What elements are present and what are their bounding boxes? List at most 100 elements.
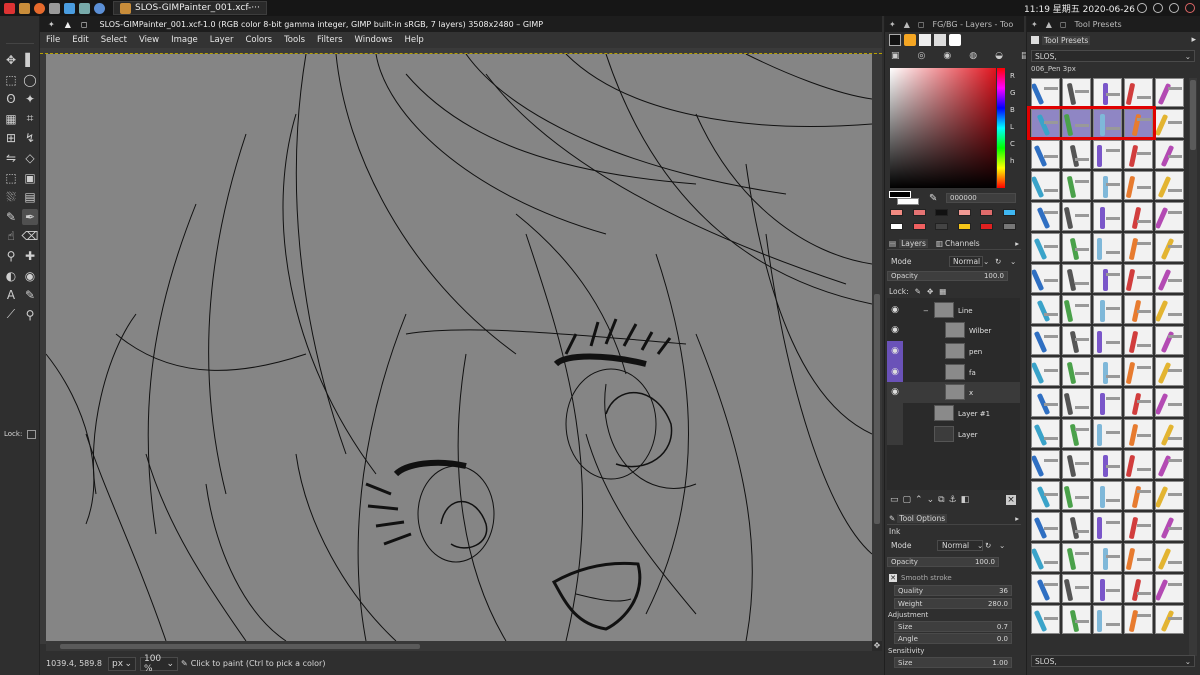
- color-history-swatch[interactable]: [980, 209, 993, 216]
- menu-help[interactable]: Help: [398, 35, 429, 45]
- tool-preset-item[interactable]: [1031, 357, 1060, 386]
- by-color-select-tool-icon[interactable]: ▦: [3, 111, 19, 127]
- unit-select[interactable]: px ⌄: [107, 656, 136, 671]
- tab-fonts[interactable]: [919, 34, 931, 46]
- menu-image[interactable]: Image: [165, 35, 204, 45]
- heal-tool-icon[interactable]: ✚: [22, 248, 38, 264]
- clone-tool-icon[interactable]: ⚲: [3, 248, 19, 264]
- visibility-eye-icon[interactable]: [887, 403, 903, 424]
- tool-preset-item[interactable]: [1031, 295, 1060, 324]
- sensitivity-size-slider[interactable]: Size 1.00: [894, 657, 1012, 668]
- layer-mode-select[interactable]: Normal: [949, 255, 983, 267]
- visibility-eye-icon[interactable]: ◉: [887, 341, 903, 362]
- tool-preset-item[interactable]: [1031, 171, 1060, 200]
- tool-preset-item[interactable]: [1062, 295, 1091, 324]
- tool-preset-item[interactable]: [1062, 481, 1091, 510]
- layer-row[interactable]: ◉ x: [887, 382, 1020, 403]
- window-small-icon[interactable]: ◻: [1060, 20, 1067, 29]
- layer-row[interactable]: ◉ fa: [887, 362, 1020, 383]
- color-history-swatch[interactable]: [957, 209, 971, 216]
- color-history-swatch[interactable]: [912, 209, 926, 216]
- new-layer-icon[interactable]: ▭: [890, 495, 899, 505]
- tool-preset-item[interactable]: [1155, 605, 1184, 634]
- tool-preset-item[interactable]: [1031, 388, 1060, 417]
- tool-preset-item[interactable]: [1093, 264, 1122, 293]
- menu-file[interactable]: File: [40, 35, 66, 45]
- window-small-icon[interactable]: ◻: [918, 20, 925, 29]
- bg-color-swatch[interactable]: [897, 198, 919, 205]
- tool-preset-item[interactable]: [1062, 388, 1091, 417]
- tool-preset-item[interactable]: [1155, 419, 1184, 448]
- visibility-eye-icon[interactable]: ◉: [887, 362, 903, 383]
- tool-preset-item[interactable]: [1031, 605, 1060, 634]
- adjust-size-slider[interactable]: Size 0.7: [894, 621, 1012, 632]
- mail-launcher-icon[interactable]: [64, 2, 75, 14]
- text-tool-icon[interactable]: A: [3, 287, 19, 303]
- tool-preset-item[interactable]: [1062, 326, 1091, 355]
- tool-preset-item[interactable]: [1124, 605, 1153, 634]
- tool-preset-item[interactable]: [1155, 481, 1184, 510]
- gimp-color-icon[interactable]: ▣: [891, 51, 900, 61]
- color-picker-icon[interactable]: ✎: [929, 193, 937, 204]
- quality-slider[interactable]: Quality 36: [894, 585, 1012, 596]
- tool-preset-item[interactable]: [1062, 543, 1091, 572]
- tool-preset-item[interactable]: [1155, 233, 1184, 262]
- clock[interactable]: 11:19 星期五 2020-06-26: [1024, 2, 1135, 15]
- tool-preset-item[interactable]: [1062, 574, 1091, 603]
- free-select-tool-icon[interactable]: ʘ: [3, 91, 19, 107]
- tool-preset-item[interactable]: [1093, 78, 1122, 107]
- triangle-icon[interactable]: ◉: [943, 51, 951, 61]
- menu-layer[interactable]: Layer: [204, 35, 240, 45]
- tool-opacity-field[interactable]: Opacity 100.0: [887, 557, 999, 567]
- tool-preset-item[interactable]: [1031, 202, 1060, 231]
- tool-preset-item[interactable]: [1124, 326, 1153, 355]
- measure-tool-icon[interactable]: ⟋: [3, 307, 19, 323]
- tool-preset-item[interactable]: [1031, 419, 1060, 448]
- tool-preset-item[interactable]: [1062, 233, 1091, 262]
- tool-preset-item[interactable]: [1155, 264, 1184, 293]
- hex-input[interactable]: 000000: [946, 193, 1016, 203]
- zoom-tool-icon[interactable]: ⚲: [22, 307, 38, 323]
- menu-windows[interactable]: Windows: [349, 35, 399, 45]
- channel-c-button[interactable]: C: [1010, 140, 1015, 148]
- tool-preset-item[interactable]: [1062, 202, 1091, 231]
- tool-preset-item[interactable]: [1124, 202, 1153, 231]
- color-picker-field[interactable]: [890, 68, 996, 188]
- visibility-eye-icon[interactable]: ◉: [887, 382, 903, 403]
- tool-preset-item[interactable]: [1093, 388, 1122, 417]
- tool-preset-item[interactable]: [1155, 109, 1184, 138]
- tool-preset-item[interactable]: [1062, 140, 1091, 169]
- tool-preset-item[interactable]: [1124, 481, 1153, 510]
- raise-layer-icon[interactable]: ⌃: [915, 495, 923, 505]
- tool-preset-item[interactable]: [1031, 512, 1060, 541]
- tool-preset-item[interactable]: [1155, 450, 1184, 479]
- window-menu-icon[interactable]: ✦: [48, 20, 55, 29]
- tool-preset-item[interactable]: [1155, 512, 1184, 541]
- tool-preset-item[interactable]: [1155, 388, 1184, 417]
- color-history-swatch[interactable]: [1002, 223, 1016, 230]
- tool-preset-item[interactable]: [1124, 543, 1153, 572]
- channel-l-button[interactable]: L: [1010, 123, 1014, 131]
- mask-icon[interactable]: ◧: [961, 495, 970, 505]
- cage-tool-icon[interactable]: ▣: [22, 170, 38, 186]
- keep-above-icon[interactable]: ▲: [1046, 20, 1052, 29]
- perspective-tool-icon[interactable]: ◇: [22, 150, 38, 166]
- menu-select[interactable]: Select: [95, 35, 133, 45]
- new-group-icon[interactable]: ▢: [903, 495, 912, 505]
- dock-tab-menu-icon[interactable]: ▸: [1191, 35, 1196, 45]
- unified-transform-tool-icon[interactable]: ⊞: [3, 130, 19, 146]
- taskbar-window-button[interactable]: SLOS-GIMPainter_001.xcf-···: [113, 1, 267, 15]
- window-small-icon[interactable]: ◻: [81, 20, 88, 29]
- color-history-swatch[interactable]: [957, 223, 971, 230]
- tool-preset-item[interactable]: [1093, 481, 1122, 510]
- tab-brushes[interactable]: [904, 34, 916, 46]
- menu-colors[interactable]: Colors: [239, 35, 278, 45]
- tool-preset-item[interactable]: [1031, 140, 1060, 169]
- tool-preset-item[interactable]: [1093, 202, 1122, 231]
- layer-row[interactable]: Layer: [887, 424, 1020, 445]
- tool-preset-item[interactable]: [1124, 419, 1153, 448]
- presets-scroll-thumb[interactable]: [1190, 80, 1196, 150]
- mode-reset-icon[interactable]: ↻: [985, 541, 991, 550]
- color-picker-tool-icon[interactable]: ✎: [22, 287, 38, 303]
- fg-color-swatch[interactable]: [889, 191, 911, 198]
